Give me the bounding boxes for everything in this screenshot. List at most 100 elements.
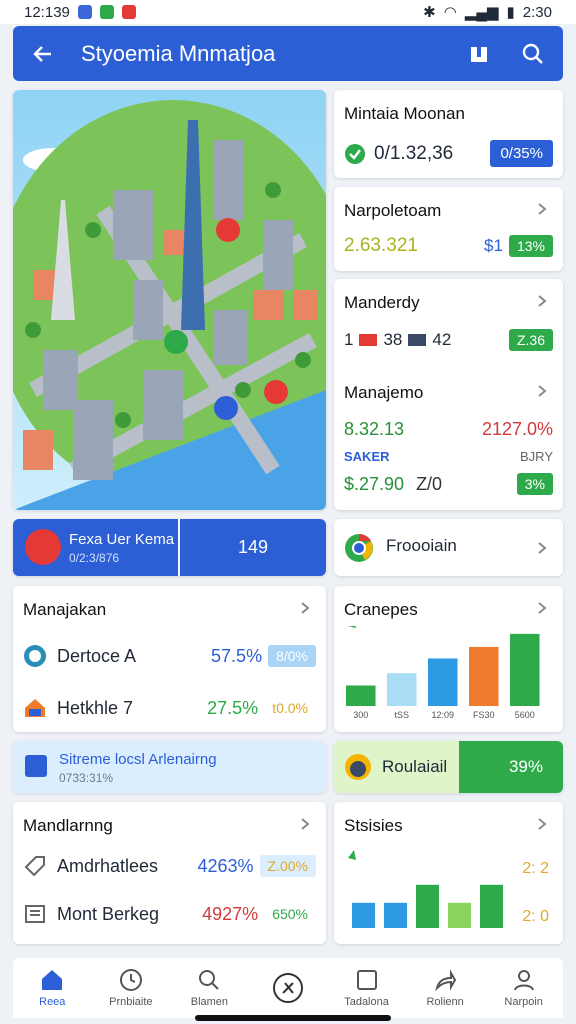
- list-item-label: Amdrhatlees: [57, 855, 159, 876]
- chart-bar: [448, 902, 472, 928]
- card-icon: [408, 334, 427, 346]
- chart-marker: [348, 850, 356, 860]
- progress-value: 39%: [508, 757, 543, 776]
- chevron-right-icon[interactable]: [298, 817, 312, 831]
- account-banner[interactable]: Fexa Uer Kema 0/2:3/876 149: [13, 519, 326, 576]
- progress-banner[interactable]: Roulaiail 39%: [334, 741, 563, 793]
- emoji-icon: [345, 754, 371, 780]
- circle-icon: [24, 645, 46, 667]
- avatar: [25, 529, 61, 565]
- mail-icon: [121, 5, 136, 19]
- summary-card-3[interactable]: Manderdy 1 38 42 Z.36 Manajemo 8.32.13 2…: [334, 279, 563, 510]
- clock-icon: [119, 969, 142, 991]
- nav-share[interactable]: Rolienn: [406, 968, 484, 1008]
- chart-bar: [469, 646, 499, 706]
- list-item-label: Hetkhle 7: [57, 697, 134, 718]
- chart-tick-label: 300: [353, 710, 368, 720]
- card-title: Mandlarnng: [23, 816, 113, 835]
- status-bar: 12:139 ✱ ◠ ▂▄▆ ▮ 2:30: [0, 0, 576, 24]
- nav-label: Narpoin: [504, 996, 543, 1008]
- chart-right-label-2: 2: 0: [522, 908, 549, 925]
- chevron-right-icon[interactable]: [535, 294, 549, 308]
- chart-card-2[interactable]: Stsisies 2: 2 2: 0: [334, 802, 563, 944]
- chevron-right-icon[interactable]: [298, 601, 312, 615]
- chart-tick-label: FS30: [473, 710, 495, 720]
- info-sub: 0733:31%: [59, 771, 114, 785]
- bar-chart-1: 300 tSS 12:09 FS30 5600: [346, 626, 540, 720]
- chevron-right-icon[interactable]: [535, 541, 549, 555]
- list-card-2[interactable]: Mandlarnng Amdrhatlees 4263% Z.00% Mont …: [13, 802, 326, 944]
- app-icon: [99, 5, 114, 19]
- search-icon[interactable]: [517, 38, 549, 70]
- card-value: 0/1.32,36: [374, 142, 454, 164]
- list-card-1[interactable]: Manajakan Dertoce A 57.5% 8/0% Hetkhle 7…: [13, 586, 326, 732]
- banner-sub: 0/2:3/876: [69, 551, 120, 565]
- list-item-value: 4263%: [197, 855, 254, 876]
- info-banner[interactable]: Sitreme locsl Arlenairng 0733:31%: [13, 741, 326, 793]
- chart-bar: [384, 902, 408, 928]
- status-time-right: 2:30: [522, 3, 552, 21]
- chart-bar: [387, 673, 417, 706]
- nav-label: Reea: [39, 996, 66, 1008]
- summary-card-1[interactable]: Mintaia Moonan 0/1.32,36 0/35%: [334, 90, 563, 178]
- app-bar: Styoemia Mnmatjoa: [13, 26, 563, 81]
- chart-tick-label: 5600: [515, 710, 535, 720]
- chart-bar: [416, 884, 440, 928]
- house-icon: [25, 699, 45, 717]
- summary-card-2[interactable]: Narpoletoam 2.63.321 $1 13%: [334, 187, 563, 271]
- card-label: Froooiain: [386, 536, 457, 555]
- list-item[interactable]: Dertoce A 57.5% 8/0%: [23, 644, 316, 668]
- bluetooth-icon: ✱: [423, 4, 436, 21]
- card-title: Mintaia Moonan: [344, 104, 465, 123]
- compass-icon: [272, 973, 303, 1003]
- chart-right-label-1: 2: 2: [522, 860, 549, 877]
- card-right-value: 2127.0%: [481, 419, 553, 439]
- city-map[interactable]: [13, 90, 326, 510]
- tag-icon: [24, 856, 45, 877]
- chart-bar: [428, 658, 458, 706]
- list-item-label: Dertoce A: [57, 645, 137, 666]
- list-item-pill: Z.00%: [259, 855, 316, 877]
- chart-bar: [480, 884, 504, 928]
- value-a: 1: [344, 330, 354, 349]
- list-item-value: 27.5%: [207, 697, 259, 718]
- card-value-2b: Z/0: [416, 473, 443, 494]
- percent-badge: 0/35%: [490, 140, 553, 167]
- chart-bar: [346, 685, 376, 706]
- nav-search[interactable]: Blamen: [170, 968, 248, 1008]
- list-item[interactable]: Hetkhle 7 27.5% t0.0%: [23, 696, 316, 720]
- chart-bar: [510, 633, 540, 706]
- percent-badge: 13%: [508, 235, 553, 257]
- list-item[interactable]: Mont Berkeg 4927% 650%: [23, 902, 316, 926]
- chevron-right-icon[interactable]: [535, 384, 549, 398]
- nav-center[interactable]: [249, 972, 327, 1004]
- chevron-right-icon[interactable]: [535, 202, 549, 216]
- nav-timer[interactable]: Prnbiaite: [92, 968, 170, 1008]
- chart-card-1[interactable]: Cranepes 300 tSS 12:09 FS30 5600: [334, 586, 563, 732]
- card-value: 8.32.13: [344, 419, 405, 439]
- nav-tables[interactable]: Tadalona: [328, 968, 406, 1008]
- value-c: 42: [432, 330, 452, 349]
- notification-icon: [77, 5, 92, 19]
- percent-badge: Z.36: [508, 329, 553, 351]
- chrome-icon: [345, 534, 373, 562]
- nav-profile[interactable]: Narpoin: [485, 968, 563, 1008]
- card-title: Manderdy: [344, 293, 420, 312]
- back-icon[interactable]: [27, 38, 59, 70]
- card-extra: $1: [484, 236, 503, 255]
- bookmark-icon[interactable]: [463, 38, 495, 70]
- home-icon: [42, 970, 63, 990]
- banner-title: Fexa Uer Kema: [69, 531, 175, 548]
- sub-right: BJRY: [520, 449, 553, 464]
- document-icon: [25, 905, 45, 923]
- froooiain-card[interactable]: Froooiain: [334, 519, 563, 576]
- divider: [178, 519, 180, 576]
- search-icon: [199, 970, 220, 990]
- chevron-right-icon[interactable]: [535, 601, 549, 615]
- chart-tick-label: 12:09: [431, 710, 454, 720]
- nav-home[interactable]: Reea: [13, 968, 91, 1008]
- chevron-right-icon[interactable]: [535, 817, 549, 831]
- list-item[interactable]: Amdrhatlees 4263% Z.00%: [23, 854, 316, 878]
- card-title: Manajakan: [23, 600, 107, 619]
- banner-value: 149: [238, 537, 269, 557]
